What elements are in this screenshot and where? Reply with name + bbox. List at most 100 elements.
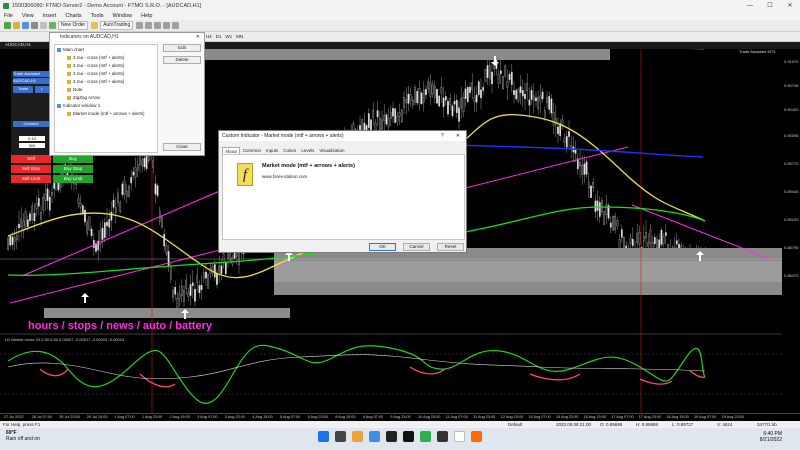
edge-icon[interactable] bbox=[369, 431, 380, 442]
candle-body bbox=[645, 232, 647, 239]
sell-limit-button[interactable]: Sell Limit bbox=[11, 175, 51, 183]
store-icon[interactable] bbox=[386, 431, 397, 442]
mt4-icon[interactable] bbox=[437, 431, 448, 442]
candle-body bbox=[418, 88, 421, 104]
buy-stop-button[interactable]: Buy Stop bbox=[53, 165, 93, 173]
tree-item[interactable]: ZigZag Arrow bbox=[67, 95, 100, 100]
candle-body bbox=[612, 215, 614, 231]
close-icon[interactable]: ✕ bbox=[456, 133, 460, 139]
points-input[interactable]: 300 bbox=[19, 143, 45, 148]
ta-connect[interactable]: Connect bbox=[13, 121, 49, 127]
close-icon[interactable]: ✕ bbox=[196, 34, 200, 40]
sell-stop-button[interactable]: Sell Stop bbox=[11, 165, 51, 173]
zoom-out-icon[interactable] bbox=[172, 22, 180, 29]
status-profile: Default bbox=[508, 422, 523, 427]
candle-body bbox=[651, 242, 654, 250]
tree-item[interactable]: 3 ma - cross (mtf + alerts) bbox=[67, 79, 124, 84]
tree-item[interactable]: 3 ma - cross (mtf + alerts) bbox=[67, 55, 124, 60]
market-watch-icon[interactable] bbox=[22, 22, 29, 29]
left-zone bbox=[44, 308, 290, 318]
timeframe-d1[interactable]: D1 bbox=[216, 34, 222, 39]
candle-body bbox=[473, 97, 476, 102]
start-icon[interactable] bbox=[318, 431, 329, 442]
autotrading-button[interactable]: AutoTrading bbox=[100, 21, 134, 30]
system-clock[interactable]: 6:40 PM 8/21/2022 bbox=[760, 431, 782, 443]
candle-body bbox=[103, 222, 106, 238]
lot-input[interactable]: 0.10 bbox=[19, 136, 45, 141]
close-window-button[interactable]: ✕ bbox=[780, 2, 800, 9]
candle-body bbox=[510, 71, 513, 85]
tree-item[interactable]: 3 ma - cross (mtf + alerts) bbox=[67, 71, 124, 76]
chart-bars-icon[interactable] bbox=[136, 22, 144, 29]
candle-body bbox=[587, 182, 590, 189]
menu-view[interactable]: View bbox=[22, 13, 34, 19]
candle-body bbox=[502, 76, 504, 90]
weather-widget[interactable]: 69°F Rain off and on bbox=[6, 430, 40, 442]
zoom-in-icon[interactable] bbox=[163, 22, 171, 29]
edit-button[interactable]: Edit bbox=[163, 44, 201, 52]
tab-visualization[interactable]: Visualization bbox=[317, 147, 346, 154]
time-label: 3 Aug 07:00 bbox=[197, 415, 218, 419]
whatsapp-icon[interactable] bbox=[420, 431, 431, 442]
profiles-icon[interactable] bbox=[13, 22, 20, 29]
tree-item[interactable]: Note bbox=[67, 87, 83, 92]
menu-tools[interactable]: Tools bbox=[91, 13, 104, 19]
navigator-icon[interactable] bbox=[31, 22, 38, 29]
tree-item[interactable]: Market mode (mtf + arrows + alerts) bbox=[67, 111, 145, 116]
candle-body bbox=[526, 83, 529, 92]
new-chart-icon[interactable] bbox=[4, 22, 11, 29]
minimize-button[interactable]: — bbox=[740, 3, 760, 9]
tab-about[interactable]: About bbox=[222, 147, 240, 154]
tree-indicator-window[interactable]: Indicator window 1 bbox=[57, 103, 100, 108]
ta-trade-tab[interactable]: Trade bbox=[13, 86, 33, 93]
timeframe-mn[interactable]: MN bbox=[236, 34, 243, 39]
buy-limit-button[interactable]: Buy Limit bbox=[53, 175, 93, 183]
candle-body bbox=[119, 202, 122, 212]
buy-button[interactable]: Buy bbox=[53, 155, 93, 163]
menu-file[interactable]: File bbox=[4, 13, 13, 19]
firefox-icon[interactable] bbox=[471, 431, 482, 442]
menu-window[interactable]: Window bbox=[113, 13, 133, 19]
tab-levels[interactable]: Levels bbox=[299, 147, 316, 154]
ok-button[interactable]: OK bbox=[369, 243, 396, 251]
chart-tab-audcad[interactable]: AUDCAD,H1 bbox=[5, 42, 31, 47]
tab-common[interactable]: Common bbox=[241, 147, 263, 154]
candle-body bbox=[460, 98, 463, 108]
overlay-text: hours / stops / news / auto / battery bbox=[28, 320, 212, 332]
candle-body bbox=[42, 196, 45, 211]
close-button[interactable]: Close bbox=[163, 143, 201, 151]
maximize-button[interactable]: ☐ bbox=[760, 2, 780, 9]
strategy-tester-icon[interactable] bbox=[49, 22, 56, 29]
sell-button[interactable]: Sell bbox=[11, 155, 51, 163]
new-order-button[interactable]: New Order bbox=[58, 21, 89, 30]
tree-item[interactable]: 3 ma - cross (mtf + alerts) bbox=[67, 63, 124, 68]
search-icon[interactable] bbox=[335, 431, 346, 442]
file-explorer-icon[interactable] bbox=[352, 431, 363, 442]
help-icon[interactable]: ? bbox=[441, 133, 444, 139]
candle-body bbox=[381, 119, 383, 130]
tradingview-icon[interactable] bbox=[403, 431, 414, 442]
timeframe-w1[interactable]: W1 bbox=[225, 34, 232, 39]
delete-button[interactable]: Delete bbox=[163, 56, 201, 64]
menu-charts[interactable]: Charts bbox=[65, 13, 81, 19]
indicator-icon bbox=[67, 87, 71, 92]
candle-body bbox=[471, 82, 474, 90]
tab-colors[interactable]: Colors bbox=[281, 147, 298, 154]
cancel-button[interactable]: Cancel bbox=[403, 243, 430, 251]
tab-inputs[interactable]: Inputs bbox=[264, 147, 280, 154]
chrome-icon[interactable] bbox=[454, 431, 465, 442]
menu-insert[interactable]: Insert bbox=[43, 13, 57, 19]
menu-help[interactable]: Help bbox=[141, 13, 152, 19]
indicator-icon bbox=[67, 63, 71, 68]
timeframe-h4[interactable]: H4 bbox=[206, 34, 212, 39]
ta-l-tab[interactable]: L bbox=[35, 86, 49, 93]
candle-body bbox=[183, 290, 185, 302]
terminal-icon[interactable] bbox=[40, 22, 47, 29]
chart-candles-icon[interactable] bbox=[145, 22, 153, 29]
tree-main-chart[interactable]: Main chart bbox=[57, 47, 84, 52]
chart-line-icon[interactable] bbox=[154, 22, 162, 29]
candle-body bbox=[112, 199, 115, 208]
indicator-tree[interactable]: Main chart 3 ma - cross (mtf + alerts) 3… bbox=[54, 44, 158, 153]
metaeditor-icon[interactable] bbox=[91, 22, 99, 29]
reset-button[interactable]: Reset bbox=[437, 243, 464, 251]
